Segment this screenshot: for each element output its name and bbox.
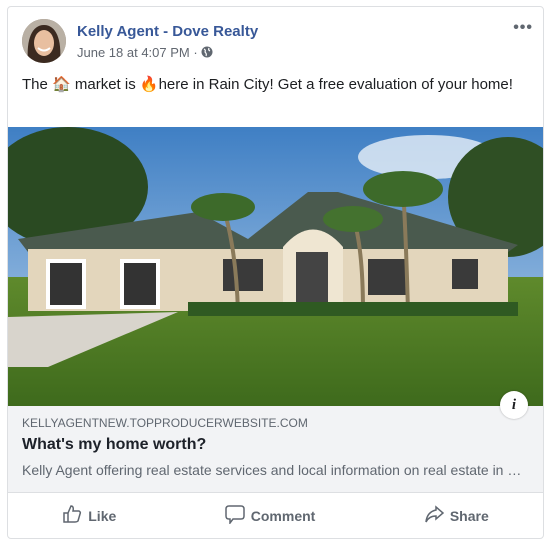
link-preview[interactable]: KELLYAGENTNEW.TOPPRODUCERWEBSITE.COM Wha…: [8, 406, 543, 493]
share-icon: [424, 504, 444, 527]
link-title[interactable]: What's my home worth?: [22, 436, 206, 454]
link-domain: KELLYAGENTNEW.TOPPRODUCERWEBSITE.COM: [22, 416, 308, 430]
post-card: Kelly Agent - Dove Realty June 18 at 4:0…: [7, 6, 544, 539]
avatar[interactable]: [22, 19, 66, 63]
share-button[interactable]: Share: [424, 504, 489, 527]
comment-label: Comment: [250, 507, 316, 524]
thumbs-up-icon: [62, 504, 82, 527]
action-bar: Like Comment Share: [8, 493, 543, 538]
more-options-button[interactable]: •••: [513, 19, 533, 37]
link-preview-image[interactable]: [8, 127, 543, 406]
link-description: Kelly Agent offering real estate service…: [22, 462, 527, 478]
message-text: here in Rain City! Get a free evaluation…: [158, 76, 513, 93]
post-meta: June 18 at 4:07 PM ·: [77, 45, 213, 60]
comment-button[interactable]: Comment: [225, 504, 316, 527]
comment-icon: [225, 504, 245, 527]
globe-icon: [201, 45, 213, 60]
message-text: market is: [70, 76, 140, 93]
separator: ·: [193, 45, 198, 60]
info-button[interactable]: i: [500, 391, 528, 419]
share-label: Share: [449, 507, 489, 524]
post-message: The 🏠 market is 🔥here in Rain City! Get …: [22, 75, 522, 95]
like-label: Like: [88, 507, 117, 524]
timestamp[interactable]: June 18 at 4:07 PM: [77, 45, 190, 60]
house-emoji: 🏠: [52, 76, 71, 93]
author-name[interactable]: Kelly Agent - Dove Realty: [77, 23, 258, 40]
message-text: The: [22, 76, 53, 93]
fire-emoji: 🔥: [139, 76, 159, 93]
like-button[interactable]: Like: [62, 504, 116, 527]
